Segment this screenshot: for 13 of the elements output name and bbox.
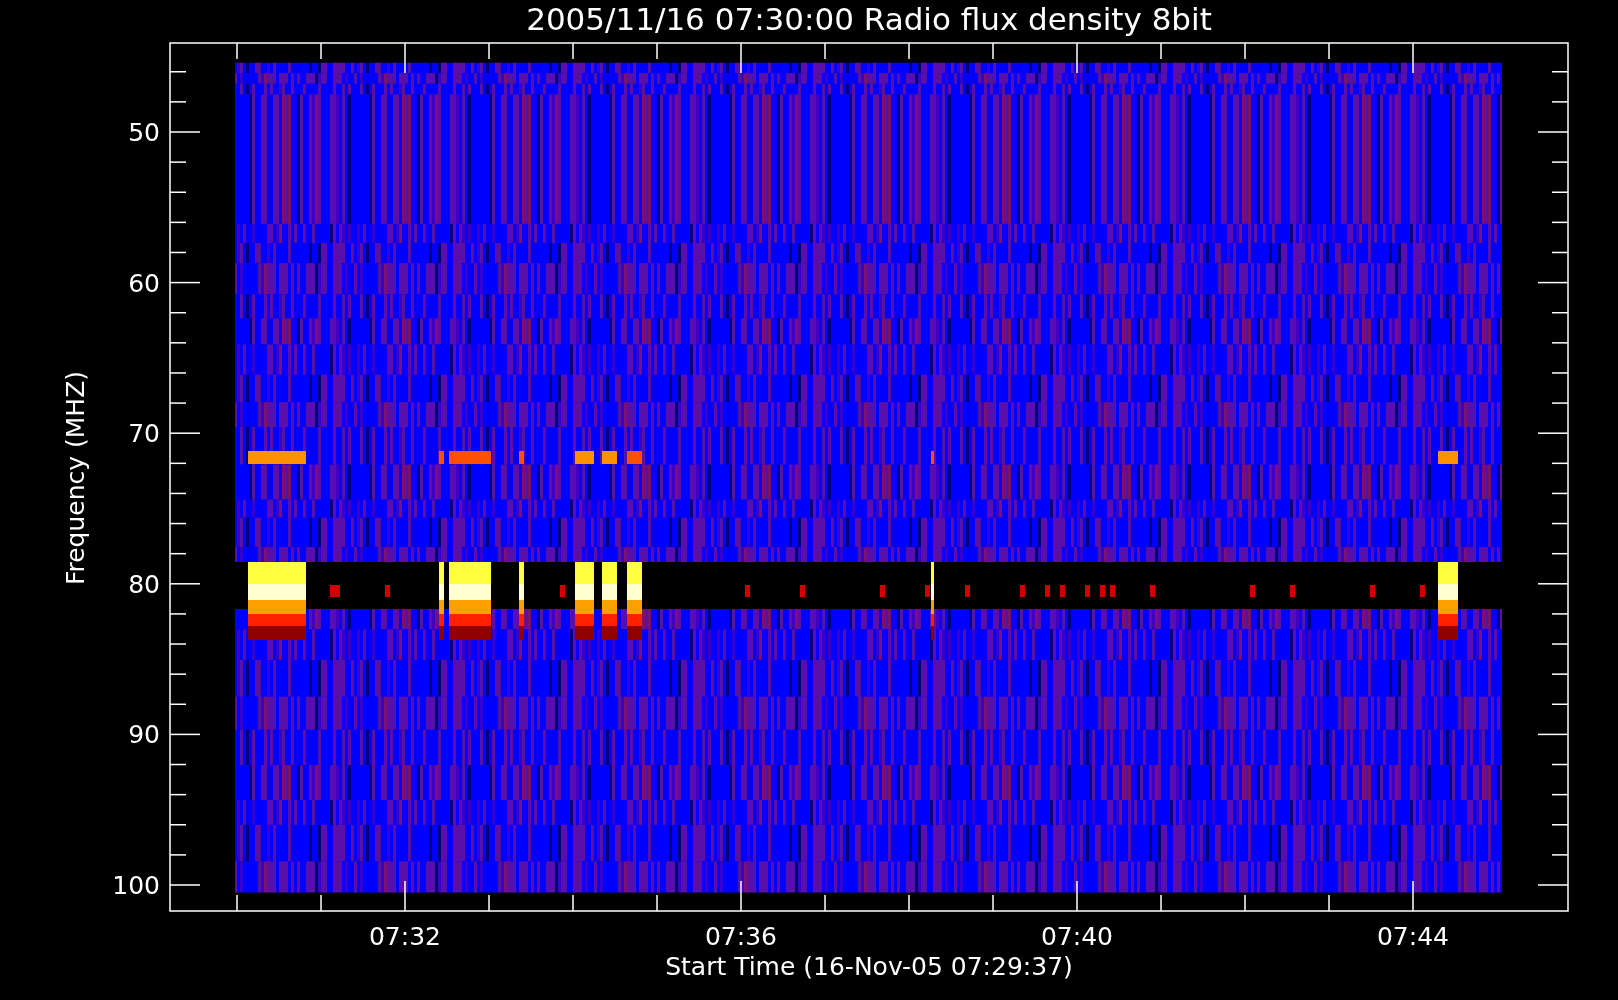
tick-label: 50 <box>128 118 160 147</box>
tick-label: 90 <box>128 720 160 750</box>
tick-label: 100 <box>112 871 160 900</box>
y-axis-label: Frequency (MHZ) <box>61 370 90 586</box>
x-axis-label: Start Time (16-Nov-05 07:29:37) <box>665 952 1073 981</box>
tick-label: 70 <box>128 419 160 449</box>
tick-label: 07:32 <box>369 922 441 951</box>
tick-label: 60 <box>128 268 160 298</box>
tick-label: 07:36 <box>705 922 777 951</box>
tick-label: 07:44 <box>1377 922 1449 951</box>
chart-title: 2005/11/16 07:30:00 Radio flux density 8bit <box>526 1 1212 37</box>
tick-label: 80 <box>128 569 160 599</box>
tick-label: 07:40 <box>1041 922 1113 951</box>
